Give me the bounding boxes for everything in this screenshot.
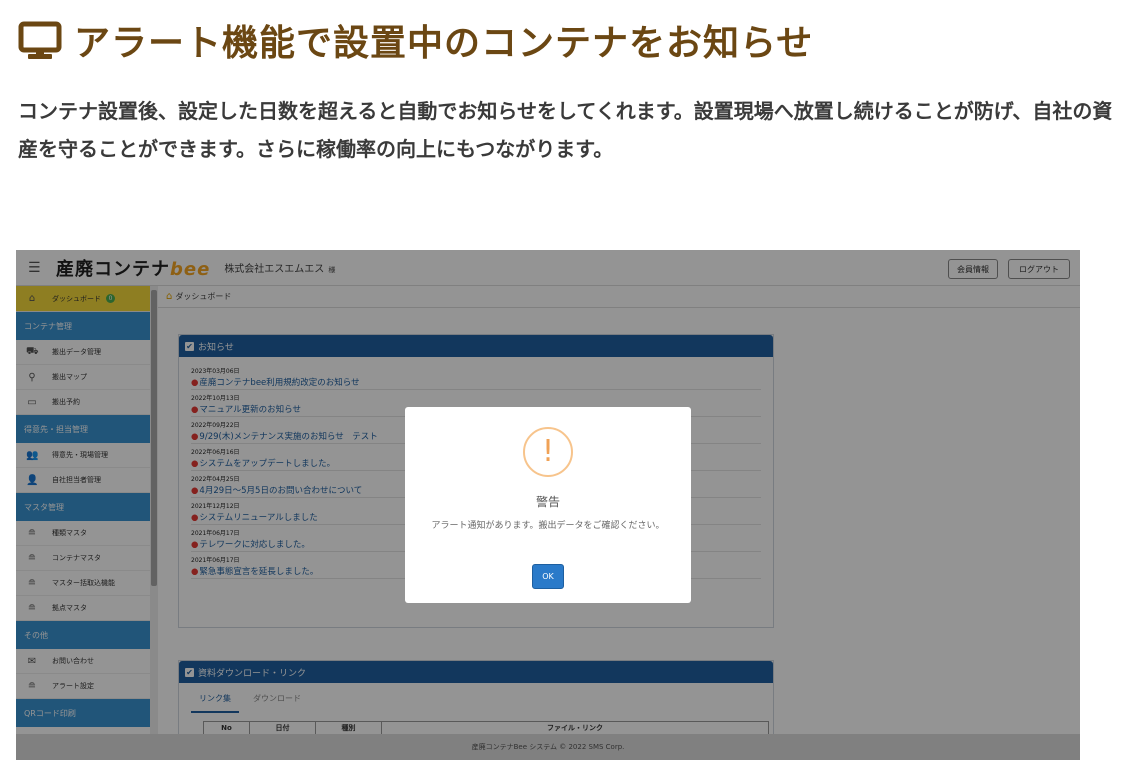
article-title-row: アラート機能で設置中のコンテナをお知らせ	[18, 12, 813, 68]
alert-dialog: ! 警告 アラート通知があります。搬出データをご確認ください。 OK	[405, 407, 691, 603]
article-title: アラート機能で設置中のコンテナをお知らせ	[74, 23, 814, 64]
article-description: コンテナ設置後、設定した日数を超えると自動でお知らせをしてくれます。設置現場へ放…	[18, 99, 1113, 161]
app-screenshot: ☰ 産廃コンテナbee 株式会社エスエムエス様 会員情報 ログアウト ⌂ ダッシ…	[16, 250, 1080, 760]
ok-button[interactable]: OK	[532, 564, 564, 589]
dialog-title: 警告	[535, 495, 560, 509]
dialog-message: アラート通知があります。搬出データをご確認ください。	[431, 521, 665, 531]
monitor-icon	[18, 20, 64, 60]
warning-icon: !	[523, 427, 573, 477]
